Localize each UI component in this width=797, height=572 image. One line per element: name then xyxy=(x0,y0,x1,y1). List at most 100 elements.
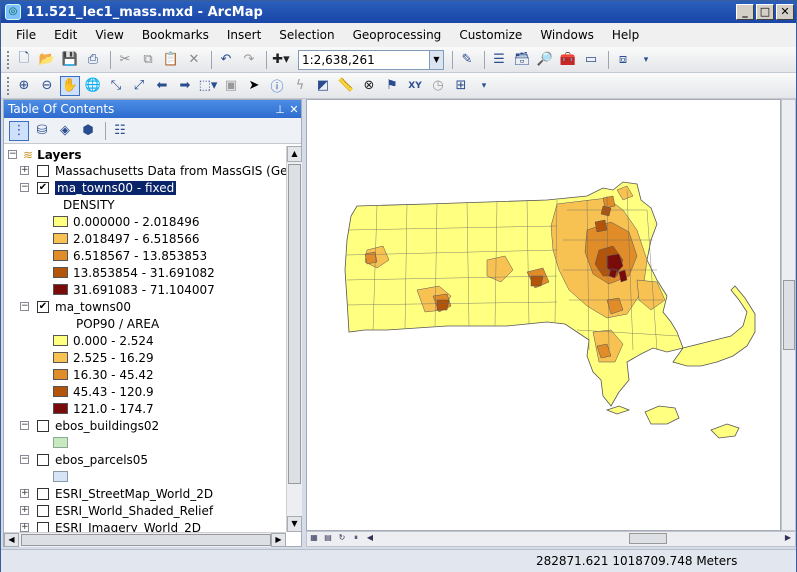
legend-class[interactable]: 0.000000 - 2.018496 xyxy=(53,213,199,230)
menu-geoprocessing[interactable]: Geoprocessing xyxy=(344,28,451,42)
back-arrow-icon[interactable]: ⬅ xyxy=(152,76,172,96)
legend-class[interactable] xyxy=(53,434,73,451)
layer-visibility-checkbox[interactable]: ✔ xyxy=(37,181,49,194)
legend-class[interactable]: 0.000 - 2.524 xyxy=(53,332,154,349)
scroll-thumb[interactable] xyxy=(629,533,667,544)
data-view-icon[interactable]: ▦ xyxy=(307,533,321,546)
legend-class[interactable]: 31.691083 - 71.104007 xyxy=(53,281,215,298)
legend-class[interactable]: 16.30 - 45.42 xyxy=(53,366,154,383)
time-slider-icon[interactable]: ◷ xyxy=(428,76,448,96)
list-by-selection-icon[interactable]: ⬢ xyxy=(78,121,98,141)
arctoolbox-icon[interactable]: 🧰 xyxy=(558,50,578,70)
toolbar-options-icon[interactable]: ▾ xyxy=(474,76,494,96)
legend-class[interactable]: 121.0 - 174.7 xyxy=(53,400,154,417)
layer-esri-shaded-relief[interactable]: + ESRI_World_Shaded_Relief xyxy=(20,502,213,519)
layout-view-icon[interactable]: ▤ xyxy=(321,533,335,546)
auto-hide-pin-icon[interactable]: ⊥ xyxy=(273,103,287,116)
full-extent-globe-icon[interactable]: 🌐 xyxy=(83,76,103,96)
find-binoculars-icon[interactable]: ⊗ xyxy=(359,76,379,96)
hyperlink-lightning-icon[interactable]: ϟ xyxy=(290,76,310,96)
select-elements-arrow-icon[interactable]: ➤ xyxy=(244,76,264,96)
identify-icon[interactable]: ⓘ xyxy=(267,76,287,96)
redo-icon[interactable]: ↷ xyxy=(239,50,259,70)
search-window-icon[interactable]: 🔎 xyxy=(535,50,555,70)
viewer-window-icon[interactable]: ⊞ xyxy=(451,76,471,96)
toc-horizontal-scrollbar[interactable]: ◀ ▶ xyxy=(4,532,286,547)
collapse-icon[interactable]: − xyxy=(8,150,17,159)
layers-root[interactable]: − ≋ Layers xyxy=(8,146,81,163)
layer-esri-streetmap[interactable]: + ESRI_StreetMap_World_2D xyxy=(20,485,213,502)
clear-selection-icon[interactable]: ▣ xyxy=(221,76,241,96)
find-route-icon[interactable]: ⚑ xyxy=(382,76,402,96)
menu-customize[interactable]: Customize xyxy=(450,28,531,42)
cut-icon[interactable]: ✂ xyxy=(115,50,135,70)
layer-esri-imagery[interactable]: + ESRI_Imagery_World_2D xyxy=(20,519,201,532)
zoom-out-icon[interactable]: ⊖ xyxy=(37,76,57,96)
layer-ebos-parcels05[interactable]: − ebos_parcels05 xyxy=(20,451,148,468)
menu-windows[interactable]: Windows xyxy=(531,28,603,42)
close-button[interactable]: ✕ xyxy=(776,4,794,20)
scroll-left-icon[interactable]: ◀ xyxy=(4,533,19,547)
layer-ma-towns00-fixed[interactable]: − ✔ ma_towns00 - fixed xyxy=(20,179,178,196)
scroll-down-icon[interactable]: ▼ xyxy=(287,516,302,532)
legend-class[interactable]: 45.43 - 120.9 xyxy=(53,383,154,400)
layer-visibility-checkbox[interactable] xyxy=(37,521,49,532)
zoom-in-icon[interactable]: ⊕ xyxy=(14,76,34,96)
legend-class[interactable] xyxy=(53,468,73,485)
delete-icon[interactable]: ✕ xyxy=(184,50,204,70)
toolbar-grip[interactable] xyxy=(7,50,10,69)
catalog-window-icon[interactable]: 🗃 xyxy=(512,50,532,70)
new-document-icon[interactable]: 🗋 xyxy=(14,50,34,70)
maximize-button[interactable]: □ xyxy=(756,4,774,20)
menu-edit[interactable]: Edit xyxy=(45,28,86,42)
list-by-visibility-icon[interactable]: ◈ xyxy=(55,121,75,141)
legend-class[interactable]: 6.518567 - 13.853853 xyxy=(53,247,207,264)
toolbar-options-icon[interactable]: ▾ xyxy=(636,50,656,70)
expand-icon[interactable]: + xyxy=(20,506,29,515)
map-horizontal-scrollbar[interactable] xyxy=(377,532,781,546)
collapse-icon[interactable]: − xyxy=(20,302,29,311)
menu-selection[interactable]: Selection xyxy=(270,28,343,42)
legend-class[interactable]: 13.853854 - 31.691082 xyxy=(53,264,215,281)
layer-ma-towns00[interactable]: − ✔ ma_towns00 xyxy=(20,298,131,315)
expand-icon[interactable]: + xyxy=(20,489,29,498)
open-folder-icon[interactable]: 📂 xyxy=(37,50,57,70)
collapse-icon[interactable]: − xyxy=(20,421,29,430)
collapse-icon[interactable]: − xyxy=(20,183,29,192)
go-to-xy-icon[interactable]: XY xyxy=(405,76,425,96)
menu-bookmarks[interactable]: Bookmarks xyxy=(133,28,218,42)
scroll-left-icon[interactable]: ◀ xyxy=(363,533,377,546)
layer-massgis-group[interactable]: + Massachusetts Data from MassGIS (GeoSe… xyxy=(20,162,286,179)
chevron-down-icon[interactable]: ▼ xyxy=(429,50,443,69)
legend-class[interactable]: 2.525 - 16.29 xyxy=(53,349,154,366)
select-features-icon[interactable]: ⬚▾ xyxy=(198,76,218,96)
modelbuilder-icon[interactable]: ⧈ xyxy=(613,50,633,70)
menu-file[interactable]: File xyxy=(7,28,45,42)
layer-visibility-checkbox[interactable] xyxy=(37,419,49,432)
measure-ruler-icon[interactable]: 📏 xyxy=(336,76,356,96)
copy-icon[interactable]: ⧉ xyxy=(138,50,158,70)
map-vertical-scrollbar[interactable] xyxy=(781,99,796,531)
scroll-right-icon[interactable]: ▶ xyxy=(271,533,286,547)
fixed-zoom-in-icon[interactable]: ⤡ xyxy=(106,76,126,96)
layer-visibility-checkbox[interactable]: ✔ xyxy=(37,300,49,313)
layer-ebos-buildings02[interactable]: − ebos_buildings02 xyxy=(20,417,159,434)
add-data-icon[interactable]: ✚▾ xyxy=(271,50,291,70)
forward-arrow-icon[interactable]: ➡ xyxy=(175,76,195,96)
print-icon[interactable]: ⎙ xyxy=(83,50,103,70)
expand-icon[interactable]: + xyxy=(20,166,29,175)
html-popup-icon[interactable]: ◩ xyxy=(313,76,333,96)
layer-visibility-checkbox[interactable] xyxy=(37,453,49,466)
pan-hand-icon[interactable]: ✋ xyxy=(60,75,80,96)
expand-icon[interactable]: + xyxy=(20,523,29,532)
layer-visibility-checkbox[interactable] xyxy=(37,487,49,500)
layer-visibility-checkbox[interactable] xyxy=(37,504,49,517)
menu-insert[interactable]: Insert xyxy=(218,28,270,42)
scroll-up-icon[interactable]: ▲ xyxy=(287,146,302,162)
list-by-drawing-order-icon[interactable]: ⋮ xyxy=(9,120,29,141)
refresh-icon[interactable]: ↻ xyxy=(335,533,349,546)
python-window-icon[interactable]: ▭ xyxy=(581,50,601,70)
toolbar-grip[interactable] xyxy=(7,76,10,95)
close-icon[interactable]: ✕ xyxy=(287,103,301,116)
scroll-thumb[interactable] xyxy=(288,164,301,484)
